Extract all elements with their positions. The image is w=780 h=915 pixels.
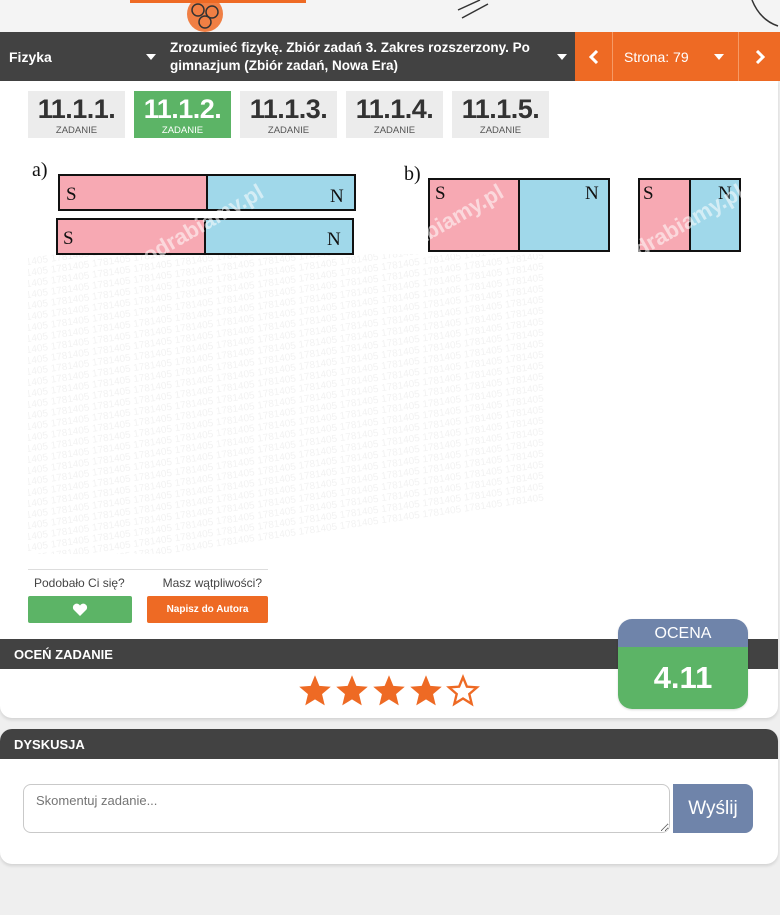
liked-question: Podobało Ci się? bbox=[34, 576, 125, 590]
star-filled-icon[interactable] bbox=[297, 673, 333, 709]
book-title: Zrozumieć fizykę. Zbiór zadań 3. Zakres … bbox=[170, 39, 530, 73]
pole-label-n: N bbox=[330, 186, 344, 207]
pole-label-n: N bbox=[327, 229, 341, 250]
comment-input[interactable] bbox=[23, 784, 670, 833]
write-to-author-button[interactable]: Napisz do Autora bbox=[147, 596, 268, 623]
task-number: 11.1.4. bbox=[355, 94, 434, 124]
heart-icon bbox=[72, 603, 88, 616]
rating-stars bbox=[297, 673, 481, 709]
rate-task-title: OCEŃ ZADANIE bbox=[14, 646, 113, 662]
next-page-button[interactable] bbox=[739, 32, 780, 81]
rating-score-badge: OCENA 4.11 bbox=[618, 619, 748, 709]
page-label: Strona: 79 bbox=[624, 48, 689, 65]
page-dropdown[interactable]: Strona: 79 bbox=[613, 32, 739, 81]
pole-label-s: S bbox=[66, 184, 77, 205]
header-illustration bbox=[130, 0, 779, 32]
doubts-question: Masz wątpliwości? bbox=[162, 576, 262, 590]
subject-label: Fizyka bbox=[9, 48, 52, 65]
solution-figure: a) S N S N b) S N S N odrabiamy.pl odrab… bbox=[28, 154, 750, 561]
figure-label-b: b) bbox=[404, 163, 421, 185]
task-number: 11.1.3. bbox=[249, 94, 328, 124]
discussion-title: DYSKUSJA bbox=[14, 736, 85, 752]
discussion-header: DYSKUSJA bbox=[0, 729, 778, 759]
task-tab-11-1-1[interactable]: 11.1.1. ZADANIE bbox=[28, 91, 125, 138]
task-tabs: 11.1.1. ZADANIE 11.1.2. ZADANIE 11.1.3. … bbox=[28, 91, 558, 138]
task-number: 11.1.1. bbox=[37, 94, 116, 124]
magnet-s-pole bbox=[58, 174, 208, 211]
top-navigation: Fizyka Zrozumieć fizykę. Zbiór zadań 3. … bbox=[0, 32, 780, 81]
chevron-left-icon bbox=[588, 49, 598, 64]
discussion-card: DYSKUSJA Wyślij bbox=[0, 729, 778, 864]
previous-page-button[interactable] bbox=[575, 32, 613, 81]
task-label: ZADANIE bbox=[479, 125, 522, 136]
task-card: 11.1.1. ZADANIE 11.1.2. ZADANIE 11.1.3. … bbox=[0, 81, 778, 718]
star-empty-icon[interactable] bbox=[445, 673, 481, 709]
task-tab-11-1-3[interactable]: 11.1.3. ZADANIE bbox=[240, 91, 337, 138]
send-button[interactable]: Wyślij bbox=[673, 784, 753, 833]
score-title: OCENA bbox=[618, 619, 748, 647]
task-label: ZADANIE bbox=[267, 125, 310, 136]
pole-label-n: N bbox=[585, 183, 599, 204]
task-tab-11-1-5[interactable]: 11.1.5. ZADANIE bbox=[452, 91, 549, 138]
figure-label-a: a) bbox=[32, 159, 48, 181]
star-filled-icon[interactable] bbox=[371, 673, 407, 709]
pole-label-s: S bbox=[643, 183, 654, 204]
star-filled-icon[interactable] bbox=[334, 673, 370, 709]
pole-label-s: S bbox=[435, 183, 446, 204]
chevron-down-icon bbox=[714, 53, 724, 60]
star-filled-icon[interactable] bbox=[408, 673, 444, 709]
task-label: ZADANIE bbox=[161, 125, 204, 136]
task-number: 11.1.5. bbox=[461, 94, 540, 124]
task-tab-11-1-2[interactable]: 11.1.2. ZADANIE bbox=[134, 91, 231, 138]
score-value: 4.11 bbox=[618, 647, 748, 709]
task-number: 11.1.2. bbox=[143, 94, 222, 124]
task-label: ZADANIE bbox=[55, 125, 98, 136]
chevron-down-icon bbox=[146, 53, 156, 60]
pole-label-s: S bbox=[63, 228, 74, 249]
task-label: ZADANIE bbox=[373, 125, 416, 136]
number-watermark: 1781405 1781405 1781405 1781405 1781405 … bbox=[28, 254, 545, 554]
chevron-down-icon bbox=[557, 53, 567, 60]
subject-dropdown[interactable]: Fizyka bbox=[0, 32, 162, 81]
book-dropdown[interactable]: Zrozumieć fizykę. Zbiór zadań 3. Zakres … bbox=[162, 32, 575, 81]
feedback-panel: Podobało Ci się? Masz wątpliwości? Napis… bbox=[28, 569, 268, 623]
task-tab-11-1-4[interactable]: 11.1.4. ZADANIE bbox=[346, 91, 443, 138]
header-artwork bbox=[0, 0, 780, 32]
chevron-right-icon bbox=[755, 49, 765, 64]
like-button[interactable] bbox=[28, 596, 132, 623]
